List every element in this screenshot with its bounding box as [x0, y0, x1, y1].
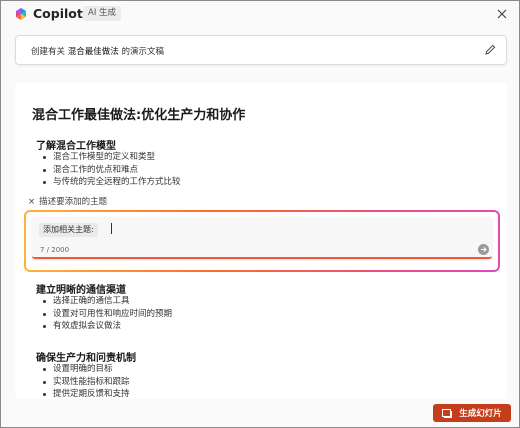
list-item: 设置对可用性和响应时间的预期 [41, 308, 172, 321]
section-bullets: 选择正确的通信工具 设置对可用性和响应时间的预期 有效虚拟会议做法 [41, 295, 172, 333]
list-item: 混合工作的优点和难点 [41, 164, 181, 177]
prompt-summary: 创建有关 混合最佳做法 的演示文稿 [15, 35, 507, 65]
pencil-icon[interactable] [483, 43, 497, 57]
section-heading: 确保生产力和问责机制 [36, 353, 136, 364]
copilot-logo-icon [16, 8, 26, 20]
document-title: 混合工作最佳做法:优化生产力和协作 [32, 108, 246, 123]
list-item: 混合工作模型的定义和类型 [41, 151, 181, 164]
add-topic-box: 添加相关主题: 7 / 2000 [24, 210, 500, 272]
app-title: Copilot [33, 6, 83, 21]
generate-slides-label: 生成幻灯片 [459, 409, 502, 419]
add-topic-label: 添加相关主题: [39, 223, 98, 237]
section-bullets: 设置明确的目标 实现性能指标和跟踪 提供定期反馈和支持 [41, 363, 130, 399]
add-topic-hint-text: 描述要添加的主题 [39, 197, 108, 207]
list-item: 提供定期反馈和支持 [41, 388, 130, 399]
ai-generated-badge: AI 生成 [83, 6, 122, 21]
send-arrow-icon[interactable] [478, 244, 489, 255]
generate-slides-button[interactable]: 生成幻灯片 [433, 404, 511, 422]
section-heading: 了解混合工作模型 [36, 141, 116, 152]
title-bar: Copilot AI 生成 [1, 1, 519, 29]
list-item: 设置明确的目标 [41, 363, 130, 376]
text-caret [111, 223, 112, 234]
outline-document: 混合工作最佳做法:优化生产力和协作 了解混合工作模型 混合工作模型的定义和类型 … [15, 83, 507, 399]
prompt-text: 创建有关 混合最佳做法 的演示文稿 [31, 45, 164, 57]
character-counter: 7 / 2000 [40, 246, 70, 254]
add-topic-input[interactable]: 添加相关主题: 7 / 2000 [32, 217, 492, 259]
section-heading: 建立明晰的通信渠道 [36, 285, 126, 296]
add-topic-inner: 添加相关主题: 7 / 2000 [26, 212, 498, 270]
prompt-prefix: 创建有关 [31, 47, 66, 57]
slides-icon [442, 408, 453, 418]
prompt-topic: 混合最佳做法 [67, 47, 119, 57]
add-topic-hint[interactable]: × 描述要添加的主题 [28, 195, 107, 207]
section-bullets: 混合工作模型的定义和类型 混合工作的优点和难点 与传统的完全远程的工作方式比较 [41, 151, 181, 189]
list-item: 与传统的完全远程的工作方式比较 [41, 176, 181, 189]
close-hint-icon[interactable]: × [28, 197, 35, 207]
prompt-suffix: 的演示文稿 [121, 47, 164, 57]
copilot-window: Copilot AI 生成 创建有关 混合最佳做法 的演示文稿 混合工作最佳做法… [0, 0, 520, 428]
list-item: 实现性能指标和跟踪 [41, 376, 130, 389]
list-item: 有效虚拟会议做法 [41, 320, 172, 333]
list-item: 选择正确的通信工具 [41, 295, 172, 308]
close-icon[interactable] [495, 7, 509, 21]
